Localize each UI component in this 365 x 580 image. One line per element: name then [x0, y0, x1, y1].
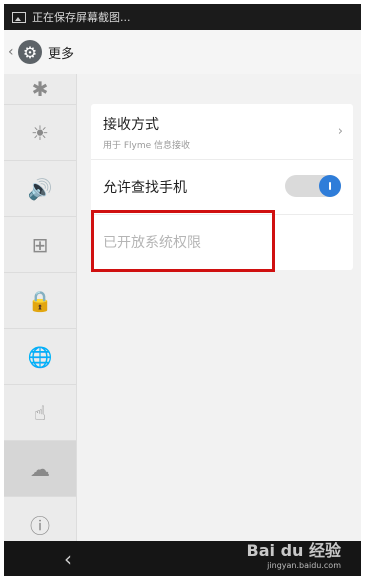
watermark-logo: Bai du 经验	[246, 541, 341, 560]
hand-gesture-icon: ☝	[33, 400, 47, 425]
find-phone-toggle[interactable]	[285, 175, 341, 197]
sidebar-item-location-security[interactable]: 🔒	[4, 273, 76, 329]
header: ‹ ⚙ 更多	[4, 30, 361, 74]
sidebar-item-gesture[interactable]: ☝	[4, 385, 76, 441]
location-lock-icon: 🔒	[27, 288, 53, 313]
sidebar-item-bluetooth[interactable]: ✱	[4, 74, 76, 105]
find-phone-row[interactable]: 允许查找手机	[91, 159, 353, 215]
info-icon: ⓘ	[30, 514, 50, 538]
image-icon	[12, 11, 26, 23]
sidebar-item-brightness[interactable]: ☀	[4, 105, 76, 161]
sidebar-item-sound[interactable]: 🔊	[4, 161, 76, 217]
sidebar-item-flyme[interactable]: ☁	[4, 441, 76, 497]
back-chevron-icon[interactable]: ‹	[8, 44, 16, 60]
status-bar: 正在保存屏幕截图...	[4, 4, 361, 30]
sidebar-item-apps[interactable]: ⊞	[4, 217, 76, 273]
status-text: 正在保存屏幕截图...	[32, 11, 131, 24]
sidebar: ✱ ☀ 🔊 ⊞ 🔒 🌐 ☝ ☁ ⓘ	[4, 74, 77, 553]
back-arrow-icon[interactable]: ‹	[64, 547, 72, 571]
gear-icon[interactable]: ⚙	[18, 40, 42, 64]
brightness-icon: ☀	[31, 120, 49, 145]
receive-method-row[interactable]: 接收方式 用于 Flyme 信息接收 ›	[91, 104, 353, 160]
globe-icon: 🌐	[27, 344, 53, 369]
sidebar-item-language[interactable]: 🌐	[4, 329, 76, 385]
cloud-location-icon: ☁	[30, 456, 50, 481]
bluetooth-icon: ✱	[31, 77, 49, 101]
receive-method-title: 接收方式	[103, 117, 159, 133]
watermark: Bai du 经验 jingyan.baidu.com	[247, 537, 341, 570]
watermark-url: jingyan.baidu.com	[267, 561, 341, 570]
chevron-right-icon: ›	[337, 124, 343, 139]
volume-icon: 🔊	[27, 176, 53, 201]
apps-grid-icon: ⊞	[31, 232, 49, 257]
find-phone-label: 允许查找手机	[103, 180, 187, 196]
highlight-box	[91, 210, 275, 272]
toggle-knob	[319, 175, 341, 197]
screen: 正在保存屏幕截图... ‹ ⚙ 更多 ✱ ☀ 🔊 ⊞ 🔒 🌐 ☝ ☁ ⓘ 接收方…	[4, 4, 361, 576]
page-title: 更多	[48, 46, 75, 62]
receive-method-subtitle: 用于 Flyme 信息接收	[103, 141, 191, 151]
